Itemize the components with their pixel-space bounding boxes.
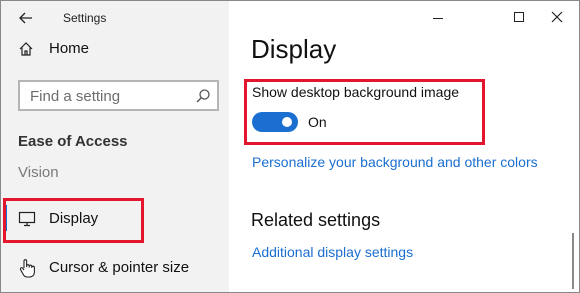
window-title: Settings: [63, 11, 107, 25]
sidebar-item-cursor-pointer-size[interactable]: Cursor & pointer size: [1, 254, 229, 282]
sidebar-item-home[interactable]: Home: [1, 35, 229, 63]
cursor-hand-icon: [19, 259, 35, 278]
search-icon: [196, 89, 210, 103]
settings-window: Settings Home Find a setting Ease of Acc…: [0, 0, 580, 293]
minimize-icon[interactable]: [433, 18, 443, 19]
toggle-knob: [282, 117, 292, 127]
setting-label: Show desktop background image: [252, 84, 460, 100]
additional-display-settings-link[interactable]: Additional display settings: [252, 244, 413, 260]
scrollbar[interactable]: [572, 233, 574, 289]
back-button[interactable]: [15, 7, 37, 29]
section-heading-ease-of-access: Ease of Access: [18, 133, 128, 150]
toggle-state-label: On: [308, 114, 327, 130]
sidebar-item-vision: Vision: [18, 164, 59, 181]
personalize-link[interactable]: Personalize your background and other co…: [252, 154, 538, 170]
home-icon: [19, 42, 33, 56]
sidebar: Settings Home Find a setting Ease of Acc…: [1, 1, 229, 292]
show-background-toggle[interactable]: [252, 112, 298, 132]
back-arrow-icon: [19, 12, 32, 24]
search-placeholder: Find a setting: [30, 88, 121, 105]
maximize-icon[interactable]: [514, 12, 524, 22]
display-highlight-box: [3, 198, 144, 243]
related-settings-heading: Related settings: [251, 210, 381, 230]
close-icon[interactable]: [550, 10, 564, 24]
sidebar-item-label: Cursor & pointer size: [49, 259, 190, 276]
page-title: Display: [251, 34, 337, 64]
sidebar-item-label: Home: [49, 40, 90, 57]
search-input[interactable]: Find a setting: [18, 80, 219, 111]
